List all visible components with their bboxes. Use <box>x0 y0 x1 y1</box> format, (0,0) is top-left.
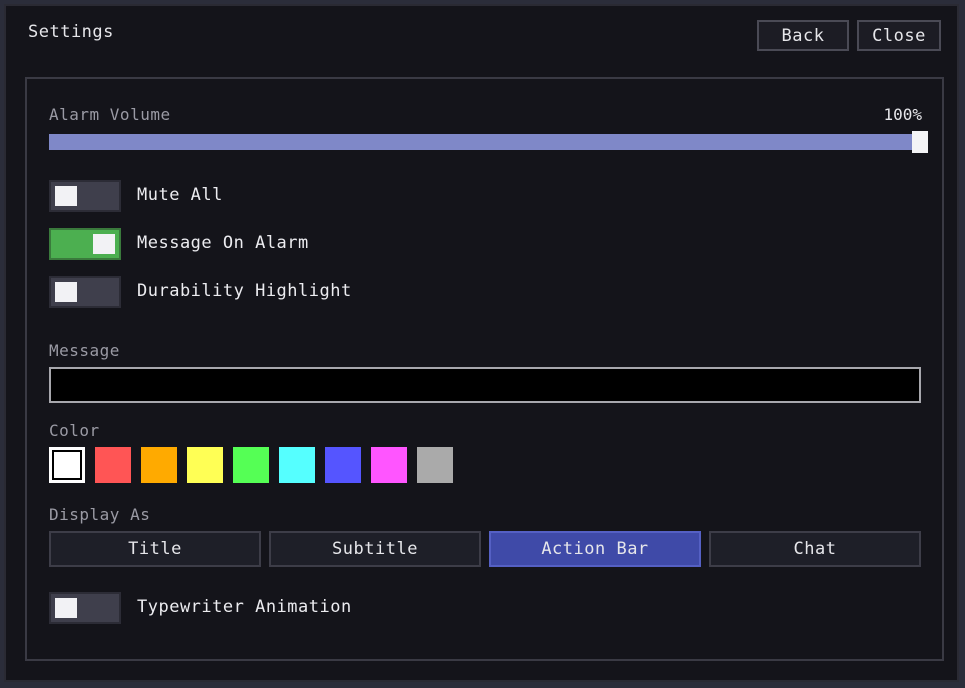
typewriter-animation-label: Typewriter Animation <box>137 597 352 617</box>
display-option-action-bar[interactable]: Action Bar <box>489 531 701 567</box>
alarm-volume-label: Alarm Volume <box>49 105 171 124</box>
durability-highlight-label: Durability Highlight <box>137 281 352 301</box>
alarm-volume-value: 100% <box>883 105 922 124</box>
window-title: Settings <box>28 22 114 42</box>
message-on-alarm-toggle[interactable] <box>49 228 121 260</box>
color-swatch[interactable] <box>141 447 177 483</box>
display-option-title[interactable]: Title <box>49 531 261 567</box>
alarm-volume-slider-thumb[interactable] <box>912 131 928 153</box>
color-swatch[interactable] <box>233 447 269 483</box>
back-button[interactable]: Back <box>757 20 849 51</box>
durability-highlight-toggle[interactable] <box>49 276 121 308</box>
message-label: Message <box>49 341 120 360</box>
display-option-subtitle[interactable]: Subtitle <box>269 531 481 567</box>
display-as-label: Display As <box>49 505 151 524</box>
toggle-knob <box>55 282 77 302</box>
toggle-knob <box>55 186 77 206</box>
toggle-knob <box>93 234 115 254</box>
color-swatch[interactable] <box>95 447 131 483</box>
alarm-volume-slider[interactable] <box>49 134 917 150</box>
settings-window: Settings Back Close Alarm Volume 100% Mu… <box>4 4 959 682</box>
color-swatch[interactable] <box>371 447 407 483</box>
mute-all-label: Mute All <box>137 185 223 205</box>
color-swatch[interactable] <box>279 447 315 483</box>
message-input[interactable] <box>49 367 921 403</box>
toggle-knob <box>55 598 77 618</box>
color-swatch[interactable] <box>187 447 223 483</box>
message-on-alarm-label: Message On Alarm <box>137 233 309 253</box>
color-swatch[interactable] <box>325 447 361 483</box>
settings-panel: Alarm Volume 100% Mute All Message On Al… <box>25 77 944 661</box>
typewriter-animation-toggle[interactable] <box>49 592 121 624</box>
close-button[interactable]: Close <box>857 20 941 51</box>
color-swatch[interactable] <box>49 447 85 483</box>
color-swatch[interactable] <box>417 447 453 483</box>
color-label: Color <box>49 421 100 440</box>
mute-all-toggle[interactable] <box>49 180 121 212</box>
display-option-chat[interactable]: Chat <box>709 531 921 567</box>
